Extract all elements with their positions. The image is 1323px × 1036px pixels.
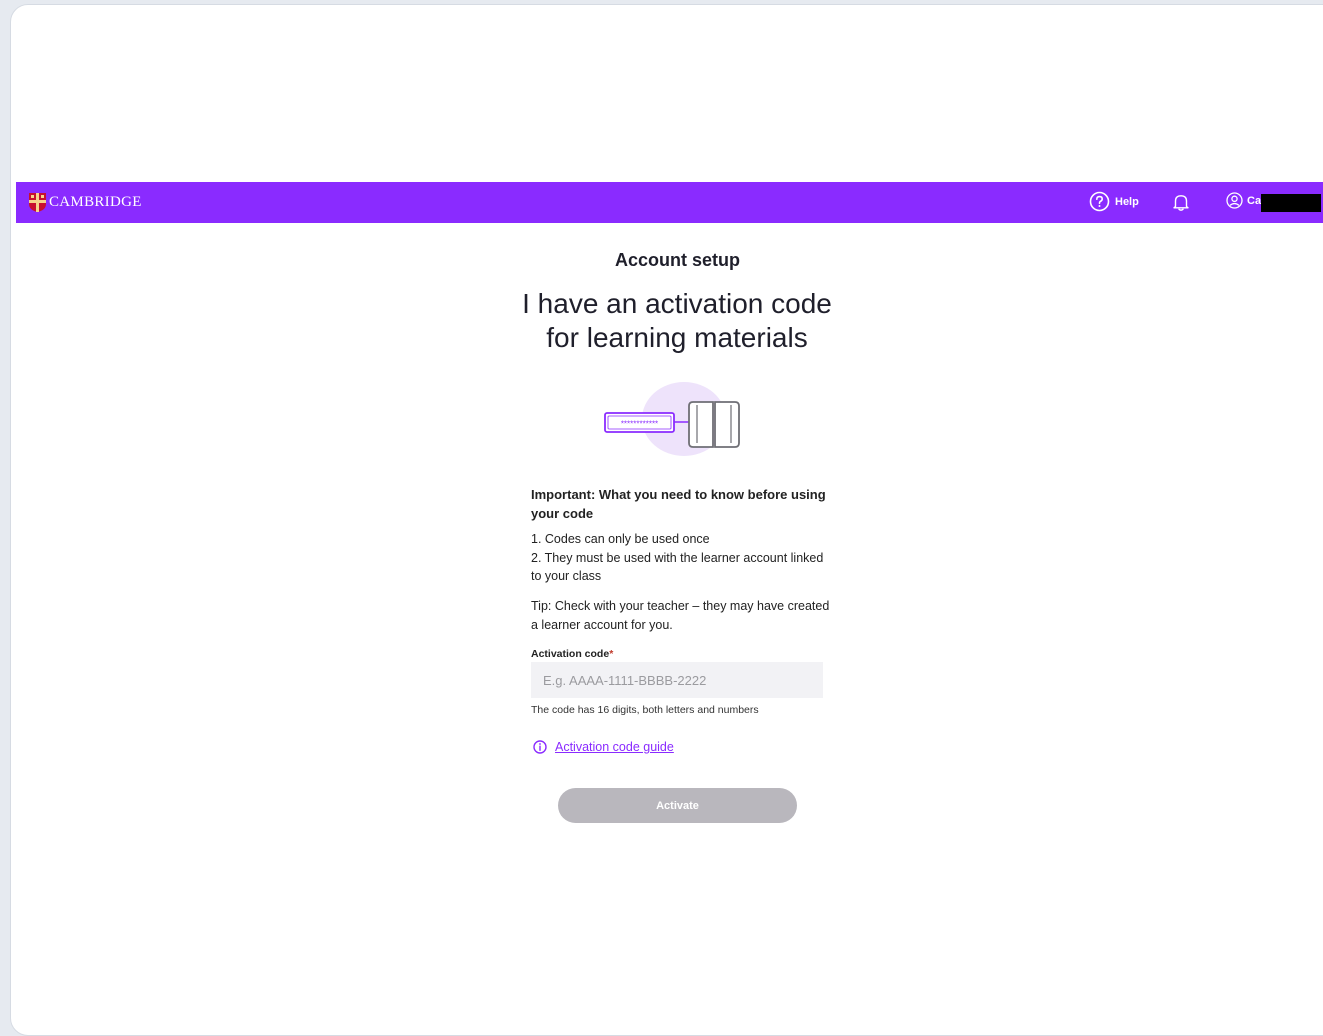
code-rule-2: 2. They must be used with the learner ac… [531,550,824,584]
code-rules-list: 1. Codes can only be used once 2. They m… [531,530,831,586]
top-navigation-bar: CAMBRIDGE Help Ca [16,182,1323,223]
required-marker: * [609,648,614,660]
activate-button[interactable]: Activate [558,788,797,823]
user-avatar-icon [1226,192,1243,209]
page-title: I have an activation code for learning m… [477,287,877,355]
redacted-username [1261,194,1321,212]
activation-code-guide-link[interactable]: Activation code guide [533,740,674,754]
activation-code-label-text: Activation code [531,648,610,660]
code-rule-1: 1. Codes can only be used once [531,532,710,546]
info-icon [533,740,547,754]
page-title-line-1: I have an activation code [522,288,832,319]
activation-code-label: Activation code* [531,648,613,660]
important-notice-title: Important: What you need to know before … [531,487,826,521]
cambridge-logo[interactable]: CAMBRIDGE [29,192,142,212]
user-name: Ca [1247,194,1262,207]
brand-name: CAMBRIDGE [49,193,142,210]
illustration-code-text: ************ [621,420,658,429]
app-window: CAMBRIDGE Help Ca Account setup I have a… [10,4,1323,1036]
cambridge-shield-icon [29,192,46,212]
teacher-tip: Tip: Check with your teacher – they may … [531,599,830,632]
activation-code-hint: The code has 16 digits, both letters and… [531,704,759,716]
help-label: Help [1115,195,1139,208]
page-eyebrow: Account setup [614,250,740,270]
activation-code-input[interactable] [531,662,823,698]
page-title-line-2: for learning materials [546,322,808,353]
notifications-bell-icon[interactable] [1171,192,1191,212]
help-circle-icon [1089,191,1110,212]
activation-code-guide-text: Activation code guide [555,740,674,754]
activation-code-illustration: ************ [604,382,740,456]
user-menu[interactable]: Ca [1226,192,1261,209]
help-button[interactable]: Help [1089,191,1139,212]
